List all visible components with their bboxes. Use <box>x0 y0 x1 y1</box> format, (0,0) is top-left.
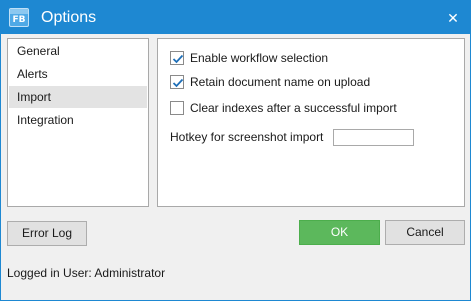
clear-indexes-label: Clear indexes after a successful import <box>190 101 397 115</box>
import-settings-panel: Enable workflow selection Retain documen… <box>157 38 465 207</box>
logged-in-status: Logged in User: Administrator <box>7 266 166 280</box>
option-row-retain-name: Retain document name on upload <box>170 73 370 91</box>
sidebar-item-integration[interactable]: Integration <box>9 109 147 131</box>
clear-indexes-checkbox[interactable] <box>170 101 184 115</box>
check-icon <box>172 78 184 88</box>
retain-document-name-checkbox[interactable] <box>170 75 184 89</box>
option-row-clear-indexes: Clear indexes after a successful import <box>170 99 397 117</box>
cancel-button[interactable]: Cancel <box>385 220 465 245</box>
retain-document-name-label: Retain document name on upload <box>190 75 371 89</box>
error-log-button[interactable]: Error Log <box>7 221 87 246</box>
options-dialog: FB Options ✕ General Alerts Import Integ… <box>0 0 471 301</box>
hotkey-input[interactable] <box>333 129 414 146</box>
option-row-workflow: Enable workflow selection <box>170 49 328 67</box>
workflow-selection-label: Enable workflow selection <box>190 51 329 65</box>
sidebar-item-import[interactable]: Import <box>9 86 147 108</box>
ok-button[interactable]: OK <box>299 220 380 245</box>
sidebar-item-general[interactable]: General <box>9 40 147 62</box>
workflow-selection-checkbox[interactable] <box>170 51 184 65</box>
app-logo-text: FB <box>12 15 26 25</box>
category-list: General Alerts Import Integration <box>7 38 149 207</box>
app-logo-icon: FB <box>9 8 29 27</box>
check-icon <box>172 54 184 64</box>
window-title: Options <box>41 9 97 26</box>
sidebar-item-alerts[interactable]: Alerts <box>9 63 147 85</box>
title-bar[interactable]: FB Options ✕ <box>1 1 470 34</box>
close-icon[interactable]: ✕ <box>442 7 464 29</box>
hotkey-label: Hotkey for screenshot import <box>170 130 324 144</box>
